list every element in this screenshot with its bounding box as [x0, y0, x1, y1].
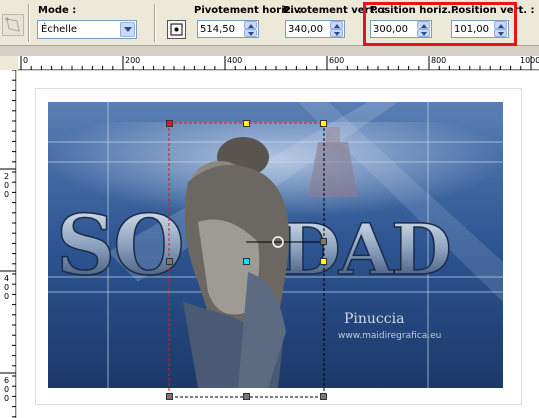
transform-handle[interactable] — [320, 393, 327, 400]
ruler-tick-label: 400 — [227, 56, 243, 65]
ruler-tick-label: 400 — [4, 274, 10, 301]
chevron-down-icon[interactable] — [120, 22, 135, 37]
ruler-tick-label: 800 — [431, 56, 447, 65]
vertical-ruler[interactable]: 200 400 600 — [0, 70, 16, 418]
ruler-tick-label: 1000 — [520, 56, 539, 65]
toolbar: Mode : Échelle Pivotement horiz. : 514,5… — [0, 0, 539, 46]
pivot-horiz-input[interactable]: 514,50 — [197, 20, 259, 38]
svg-text:DAD: DAD — [280, 208, 450, 291]
transform-handle[interactable] — [243, 258, 250, 265]
ruler-tick-label: 600 — [4, 376, 10, 403]
transform-handle[interactable] — [243, 393, 250, 400]
mode-label: Mode : — [38, 5, 77, 16]
spin-down-icon[interactable] — [330, 29, 343, 37]
transform-handle[interactable] — [243, 120, 250, 127]
spin-up-icon[interactable] — [244, 21, 257, 29]
transform-handle[interactable] — [166, 393, 173, 400]
ruler-tick-label: 0 — [23, 56, 29, 65]
position-highlight-box — [363, 2, 517, 46]
ruler-corner — [0, 56, 18, 70]
spin-down-icon[interactable] — [244, 29, 257, 37]
pivot-horiz-value: 514,50 — [200, 24, 235, 35]
signature-text: Pinuccia — [344, 311, 405, 327]
deform-tool-icon[interactable] — [2, 14, 24, 36]
toolbar-separator — [28, 4, 30, 42]
pivot-vert-input[interactable]: 340,00 — [285, 20, 345, 38]
mode-select[interactable]: Échelle — [37, 20, 137, 39]
pivot-vert-spinner[interactable] — [330, 21, 343, 37]
horizontal-ruler[interactable]: 0 200 400 600 800 1000 — [18, 56, 539, 70]
ruler-tick-label: 600 — [329, 56, 345, 65]
svg-text:SO: SO — [56, 198, 183, 294]
artwork-image[interactable]: SO DAD — [48, 102, 503, 388]
transform-handle[interactable] — [166, 258, 173, 265]
spin-up-icon[interactable] — [330, 21, 343, 29]
transform-handle[interactable] — [320, 258, 327, 265]
mode-value: Échelle — [41, 24, 78, 35]
toolbar-separator — [154, 4, 156, 42]
pivot-horiz-spinner[interactable] — [244, 21, 257, 37]
transform-handle[interactable] — [320, 238, 327, 245]
transform-handle[interactable] — [320, 120, 327, 127]
signature-url: www.maidiregrafica.eu — [338, 331, 442, 341]
pivot-vert-value: 340,00 — [288, 24, 323, 35]
ruler-tick-label: 200 — [4, 172, 10, 199]
transform-handle[interactable] — [166, 120, 173, 127]
pivot-anchor-icon[interactable] — [167, 20, 186, 39]
ruler-tick-label: 200 — [125, 56, 141, 65]
